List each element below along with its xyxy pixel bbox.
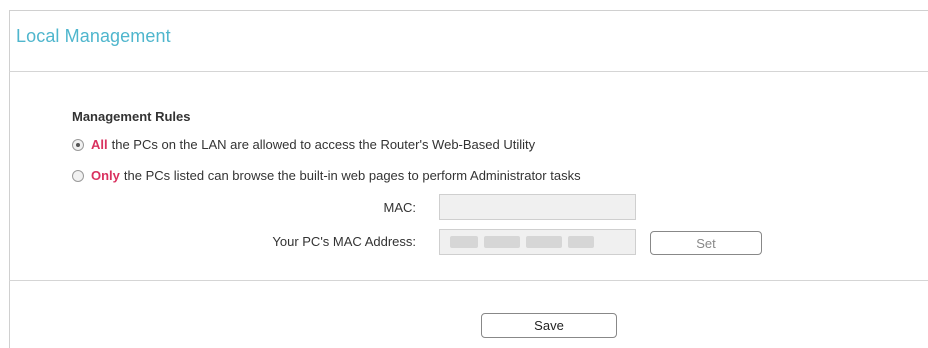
divider-bottom (9, 280, 928, 281)
page-title: Local Management (16, 26, 171, 46)
blurred-mac-part (484, 236, 520, 248)
pc-mac-label: Your PC's MAC Address: (272, 234, 416, 249)
option-all-text: the PCs on the LAN are allowed to access… (111, 137, 536, 152)
radio-only[interactable] (72, 169, 84, 182)
radio-option-all[interactable]: All the PCs on the LAN are allowed to ac… (72, 137, 535, 152)
blurred-mac-part (450, 236, 478, 248)
management-rules-heading: Management Rules (72, 109, 191, 124)
mac-input[interactable] (439, 194, 636, 220)
blurred-mac-part (568, 236, 594, 248)
pc-mac-field (439, 229, 636, 255)
option-all-keyword: All (91, 137, 108, 152)
mac-label: MAC: (383, 200, 417, 215)
save-button[interactable]: Save (481, 313, 617, 338)
option-only-keyword: Only (91, 168, 120, 183)
divider-top (9, 71, 928, 72)
blurred-mac-part (526, 236, 562, 248)
set-button[interactable]: Set (650, 231, 762, 255)
radio-option-only[interactable]: Only the PCs listed can browse the built… (72, 168, 581, 183)
radio-all[interactable] (72, 138, 84, 151)
option-only-text: the PCs listed can browse the built-in w… (123, 168, 581, 183)
